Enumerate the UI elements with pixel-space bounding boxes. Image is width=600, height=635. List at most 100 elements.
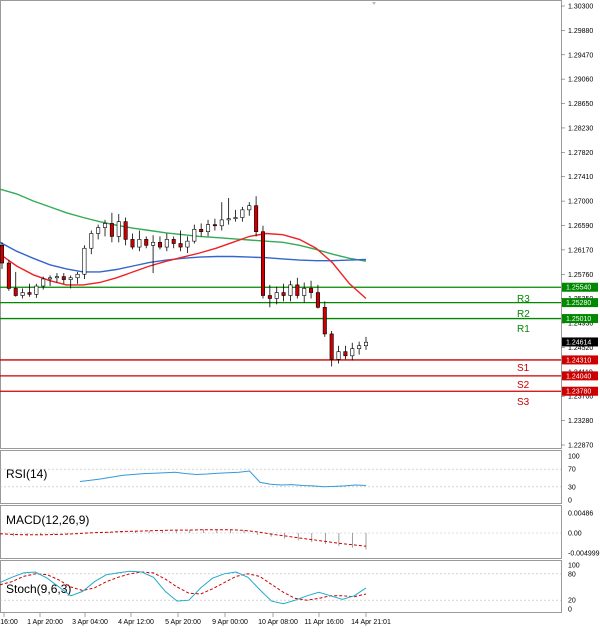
candle-bear — [6, 262, 11, 289]
macd-tick-label: -0.004999 — [568, 551, 600, 558]
level-price-label: 1.24310 — [566, 357, 591, 364]
current-price-label: 1.24614 — [566, 339, 591, 346]
level-price-label: 1.25010 — [566, 316, 591, 323]
price-tick-label: 1.23280 — [568, 418, 593, 425]
price-tick-label: 1.22870 — [568, 443, 593, 450]
candle-bull — [233, 217, 238, 220]
stoch-tick-label: 20 — [568, 598, 576, 605]
time-tick-label: 14 Apr 21:01 — [351, 619, 391, 626]
candle-bull — [48, 277, 53, 280]
candle-bear — [322, 307, 327, 335]
candle-bear — [295, 284, 300, 296]
candle-bear — [171, 239, 176, 244]
candle-bear — [13, 288, 18, 296]
level-price-label: 1.23780 — [566, 389, 591, 396]
price-tick-label: 1.27410 — [568, 174, 593, 181]
candle-bull — [226, 218, 231, 221]
candle-bull — [20, 292, 25, 296]
price-tick-label: 1.29060 — [568, 77, 593, 84]
candle-bull — [151, 242, 156, 246]
candle-bear — [343, 351, 348, 357]
stoch-tick-label: 0 — [568, 607, 572, 614]
macd-title: MACD(12,26,9) — [6, 513, 89, 527]
candle-bear — [27, 292, 32, 295]
time-tick-label: 5 Apr 20:00 — [165, 619, 201, 626]
candle-bear — [254, 205, 259, 233]
candle-bear — [267, 295, 272, 299]
candle-bear — [0, 244, 5, 264]
candle-bear — [109, 223, 114, 237]
rsi-tick-label: 30 — [568, 484, 576, 491]
candle-bear — [329, 333, 334, 360]
candle-bull — [75, 273, 80, 279]
price-tick-label: 1.29880 — [568, 28, 593, 35]
time-tick-label: 11 Apr 16:00 — [304, 619, 343, 626]
level-name-r3: R3 — [517, 294, 530, 305]
time-tick-label: 1 Apr 20:00 — [27, 619, 63, 626]
stoch-tick-label: 80 — [568, 571, 576, 578]
candle-bull — [363, 341, 368, 347]
candle-bull — [219, 219, 224, 227]
level-price-label: 1.25540 — [566, 285, 591, 292]
price-tick-label: 1.29470 — [568, 52, 593, 59]
candle-bull — [96, 227, 101, 234]
level-name-r1: R1 — [517, 324, 530, 335]
price-tick-label: 1.27820 — [568, 150, 593, 157]
chart-svg: 1.30300 1.29880 1.29470 1.29060 1.28650 1.282… — [0, 0, 600, 630]
candle-bull — [41, 278, 46, 287]
candle-bear — [260, 231, 265, 296]
candle-bear — [212, 224, 217, 227]
time-tick-label: 3 Apr 04:00 — [72, 619, 108, 626]
candle-bull — [164, 239, 169, 248]
candle-bear — [178, 243, 183, 248]
candle-bear — [281, 292, 286, 296]
rsi-tick-label: 0 — [568, 498, 572, 505]
candle-bear — [199, 229, 204, 233]
candle-bull — [288, 284, 293, 296]
candle-bull — [116, 221, 121, 237]
price-tick-label: 1.26170 — [568, 247, 593, 254]
price-tick-label: 1.28650 — [568, 101, 593, 108]
candle-bear — [309, 288, 314, 293]
candle-bull — [350, 348, 355, 357]
forex-chart: 1.30300 1.29880 1.29470 1.29060 1.28650 1.282… — [0, 0, 600, 630]
price-tick-label: 1.30300 — [568, 4, 593, 11]
candle-bear — [61, 276, 66, 280]
candle-bull — [68, 277, 73, 280]
stoch-tick-label: 100 — [568, 563, 580, 570]
time-tick-label: 16:00 — [0, 619, 18, 626]
price-tick-label: 1.28230 — [568, 125, 593, 132]
candle-bull — [82, 247, 87, 275]
candle-bear — [123, 221, 128, 240]
candle-bull — [103, 223, 108, 228]
candle-bull — [34, 285, 39, 295]
candle-bull — [357, 345, 362, 349]
time-tick-label: 4 Apr 12:00 — [118, 619, 154, 626]
candle-bull — [89, 233, 94, 249]
candle-bear — [315, 292, 320, 308]
candle-bear — [144, 239, 149, 246]
candle-bull — [206, 224, 211, 233]
level-name-s1: S1 — [517, 363, 530, 374]
price-tick-label: 1.25760 — [568, 272, 593, 279]
candle-bull — [192, 229, 197, 242]
rsi-tick-label: 70 — [568, 467, 576, 474]
level-name-s2: S2 — [517, 380, 530, 391]
time-tick-label: 10 Apr 08:00 — [258, 619, 298, 626]
candle-bear — [157, 242, 162, 248]
macd-tick-label: 0.00486 — [568, 511, 593, 518]
price-tick-label: 1.26590 — [568, 223, 593, 230]
macd-tick-label: 0.00 — [568, 531, 582, 538]
candle-bull — [302, 288, 307, 296]
time-tick-label: 9 Apr 00:00 — [212, 619, 248, 626]
candle-bull — [185, 240, 190, 248]
candle-bull — [137, 239, 142, 248]
candle-bull — [54, 276, 59, 279]
candle-bull — [274, 292, 279, 299]
level-price-label: 1.24040 — [566, 373, 591, 380]
price-tick-label: 1.27000 — [568, 199, 593, 206]
candle-bull — [247, 205, 252, 211]
rsi-tick-label: 100 — [568, 454, 580, 461]
candle-bear — [130, 239, 135, 248]
level-name-r2: R2 — [517, 309, 530, 320]
